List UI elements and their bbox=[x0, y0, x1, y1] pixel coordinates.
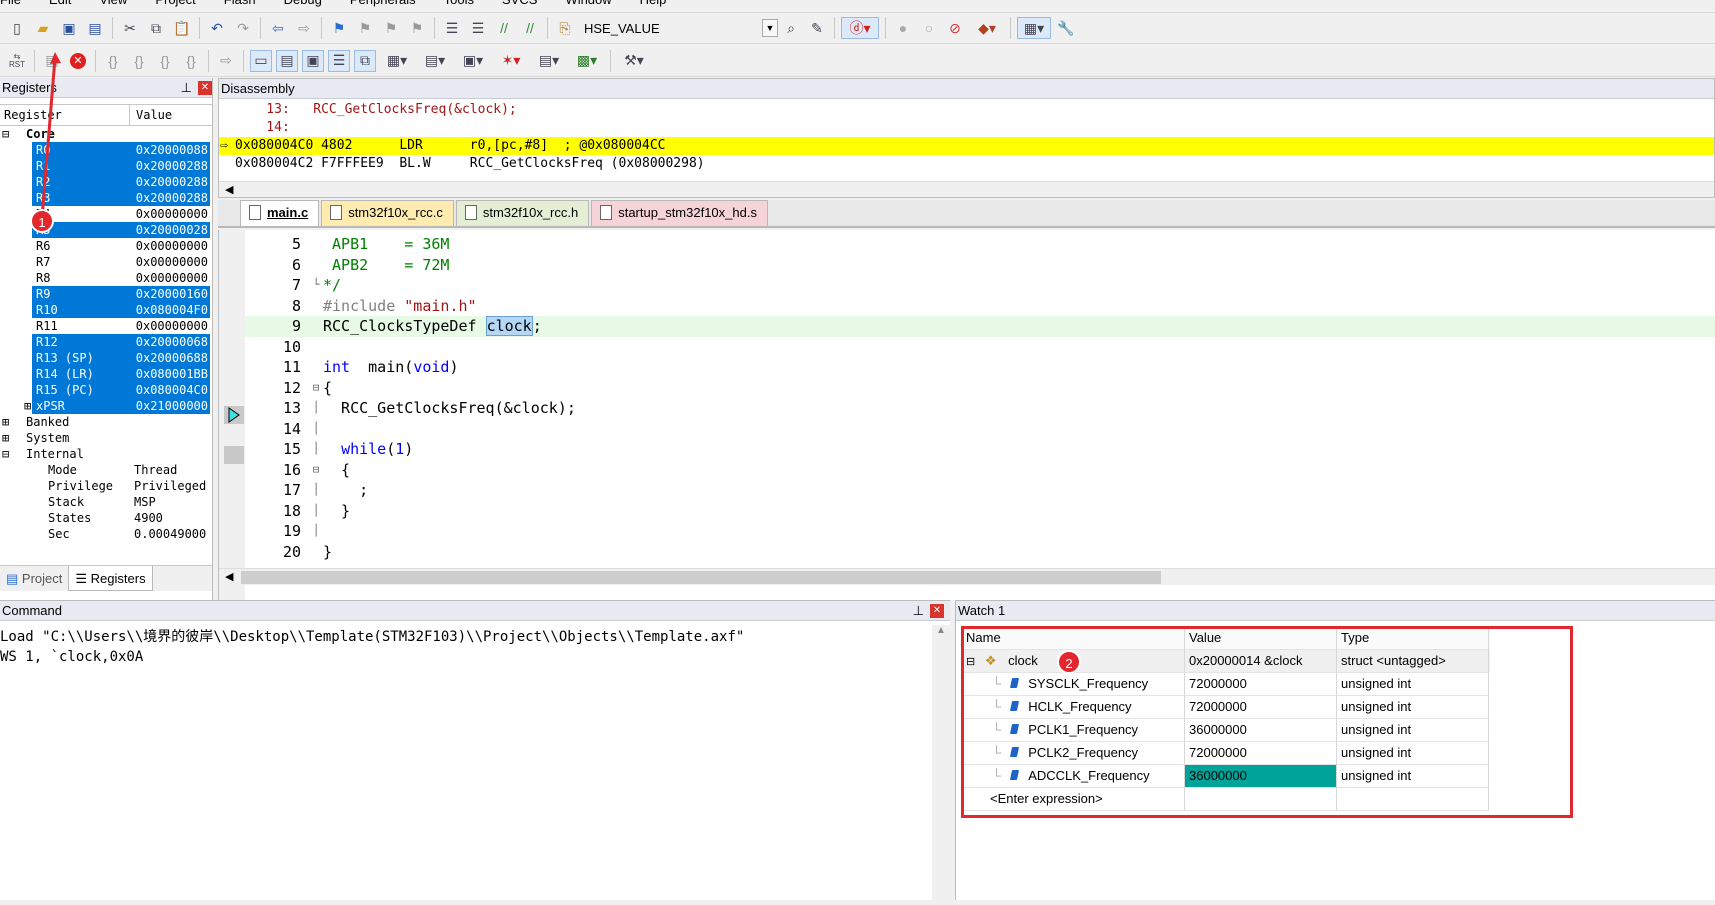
annotation-arrow bbox=[40, 57, 57, 219]
annotation-badge-1: 1 bbox=[30, 209, 54, 233]
annotation-badge-2: 2 bbox=[1057, 650, 1081, 674]
annotation-overlay bbox=[40, 52, 61, 219]
annotation-arrowhead bbox=[50, 52, 61, 64]
